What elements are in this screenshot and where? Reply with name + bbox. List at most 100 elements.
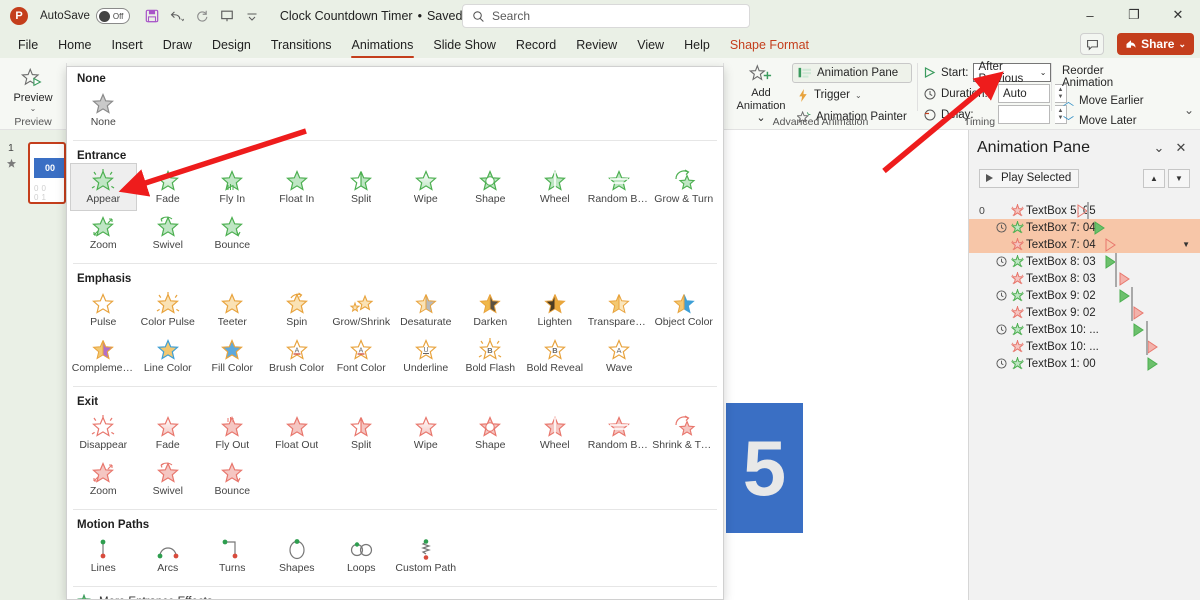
animation-list-item[interactable]: TextBox 7: 04 ▼ xyxy=(969,236,1200,253)
gallery-item-float-out[interactable]: Float Out xyxy=(265,410,330,456)
move-earlier-button[interactable]: ︿ Move Earlier xyxy=(1058,91,1149,111)
ribbon-tab-help[interactable]: Help xyxy=(674,35,720,55)
gallery-item-custom-path[interactable]: Custom Path xyxy=(394,533,459,579)
gallery-item-pulse[interactable]: Pulse xyxy=(71,287,136,333)
start-chevron-down-icon[interactable]: ⌄ xyxy=(1040,68,1047,77)
ribbon-tab-home[interactable]: Home xyxy=(48,35,101,55)
more-entrance-effects-button[interactable]: More Entrance Effects xyxy=(67,590,723,599)
ribbon-tab-draw[interactable]: Draw xyxy=(153,35,202,55)
gallery-item-spin[interactable]: Spin xyxy=(265,287,330,333)
gallery-item-shape[interactable]: Shape xyxy=(458,164,523,210)
minimize-button[interactable]: – xyxy=(1068,0,1112,30)
gallery-item-bounce[interactable]: Bounce xyxy=(200,210,265,256)
preview-chevron-down-icon[interactable]: ⌄ xyxy=(30,104,37,113)
animation-list-item[interactable]: TextBox 8: 03 xyxy=(969,253,1200,270)
redo-icon[interactable] xyxy=(190,4,214,28)
animation-list-item[interactable]: TextBox 8: 03 xyxy=(969,270,1200,287)
gallery-item-random-bars[interactable]: Random Bars xyxy=(587,410,652,456)
gallery-item-lines[interactable]: Lines xyxy=(71,533,136,579)
ribbon-tab-file[interactable]: File xyxy=(8,35,48,55)
gallery-item-fade[interactable]: Fade xyxy=(136,410,201,456)
close-icon[interactable]: ✕ xyxy=(1170,137,1192,159)
ribbon-tab-design[interactable]: Design xyxy=(202,35,261,55)
gallery-item-swivel[interactable]: Swivel xyxy=(136,210,201,256)
ribbon-tab-record[interactable]: Record xyxy=(506,35,566,55)
gallery-item-wheel[interactable]: Wheel xyxy=(523,410,588,456)
animation-pane-button[interactable]: Animation Pane xyxy=(792,63,912,83)
gallery-item-appear[interactable]: Appear xyxy=(70,163,137,211)
gallery-item-underline[interactable]: U Underline xyxy=(394,333,459,379)
preview-button[interactable]: Preview ⌄ xyxy=(4,65,62,115)
gallery-item-none[interactable]: None xyxy=(71,87,136,133)
animation-list-item[interactable]: TextBox 9: 02 xyxy=(969,304,1200,321)
gallery-item-random-bars[interactable]: Random Bars xyxy=(587,164,652,210)
gallery-item-line-color[interactable]: Line Color xyxy=(136,333,201,379)
gallery-item-bold-flash[interactable]: B Bold Flash xyxy=(458,333,523,379)
arrow-up-icon[interactable]: ▲ xyxy=(1143,168,1165,188)
gallery-item-fly-out[interactable]: Fly Out xyxy=(200,410,265,456)
gallery-item-complemen[interactable]: Complemen... xyxy=(71,333,136,379)
ribbon-tab-view[interactable]: View xyxy=(627,35,674,55)
gallery-item-shapes[interactable]: Shapes xyxy=(265,533,330,579)
trigger-chevron-down-icon[interactable]: ⌄ xyxy=(855,91,862,100)
arrow-down-icon[interactable]: ▼ xyxy=(1168,168,1190,188)
gallery-item-wave[interactable]: A Wave xyxy=(587,333,652,379)
ribbon-tab-review[interactable]: Review xyxy=(566,35,627,55)
chevron-down-icon[interactable]: ⌄ xyxy=(1148,137,1170,159)
gallery-item-grow-turn[interactable]: Grow & Turn xyxy=(652,164,717,210)
duration-input[interactable]: Auto xyxy=(998,84,1050,103)
gallery-item-font-color[interactable]: A Font Color xyxy=(329,333,394,379)
autosave-toggle[interactable]: Off xyxy=(95,8,130,24)
start-dropdown[interactable]: After Previous ⌄ xyxy=(973,61,1052,85)
gallery-item-fade[interactable]: Fade xyxy=(136,164,201,210)
slide-text-shape[interactable]: 5 xyxy=(726,403,803,533)
share-button[interactable]: Share ⌄ xyxy=(1117,33,1194,55)
gallery-item-turns[interactable]: Turns xyxy=(200,533,265,579)
animation-list[interactable]: 0 TextBox 5: 05 TextBox 7: 04 TextBox 7: 04… xyxy=(969,202,1200,600)
animation-list-item[interactable]: TextBox 1: 00 xyxy=(969,355,1200,372)
ribbon-collapse-button[interactable]: ⌄ xyxy=(1184,103,1194,117)
animation-list-item[interactable]: TextBox 7: 04 xyxy=(969,219,1200,236)
restore-button[interactable]: ❐ xyxy=(1112,0,1156,30)
animation-list-item[interactable]: TextBox 10: ... xyxy=(969,321,1200,338)
animation-timeline-marker[interactable] xyxy=(1147,357,1158,374)
animation-list-item[interactable]: 0 TextBox 5: 05 xyxy=(969,202,1200,219)
gallery-item-disappear[interactable]: Disappear xyxy=(71,410,136,456)
animation-list-item[interactable]: TextBox 9: 02 xyxy=(969,287,1200,304)
animation-list-item[interactable]: TextBox 10: ... xyxy=(969,338,1200,355)
slide-thumbnail-1[interactable]: 00 00 01 xyxy=(28,142,66,204)
gallery-item-grow-shrink[interactable]: Grow/Shrink xyxy=(329,287,394,333)
gallery-item-wipe[interactable]: Wipe xyxy=(394,410,459,456)
gallery-item-zoom[interactable]: Zoom xyxy=(71,210,136,256)
ribbon-tab-slide-show[interactable]: Slide Show xyxy=(423,35,506,55)
gallery-item-brush-color[interactable]: A Brush Color xyxy=(265,333,330,379)
present-icon[interactable] xyxy=(215,4,239,28)
undo-icon[interactable] xyxy=(165,4,189,28)
gallery-item-wheel[interactable]: Wheel xyxy=(523,164,588,210)
animation-item-chevron-down-icon[interactable]: ▼ xyxy=(1182,240,1190,249)
gallery-item-color-pulse[interactable]: Color Pulse xyxy=(136,287,201,333)
animation-gallery-dropdown[interactable]: None None Entrance Appear Fade Fly In Float In… xyxy=(66,66,724,600)
gallery-item-lighten[interactable]: Lighten xyxy=(523,287,588,333)
gallery-item-swivel[interactable]: Swivel xyxy=(136,456,201,502)
close-button[interactable]: ✕ xyxy=(1156,0,1200,30)
gallery-item-split[interactable]: Split xyxy=(329,164,394,210)
gallery-item-darken[interactable]: Darken xyxy=(458,287,523,333)
gallery-item-desaturate[interactable]: Desaturate xyxy=(394,287,459,333)
share-chevron-down-icon[interactable]: ⌄ xyxy=(1178,39,1186,50)
ribbon-tab-insert[interactable]: Insert xyxy=(102,35,153,55)
qat-more-icon[interactable] xyxy=(240,4,264,28)
gallery-item-zoom[interactable]: Zoom xyxy=(71,456,136,502)
trigger-button[interactable]: Trigger ⌄ xyxy=(792,85,912,105)
save-icon[interactable] xyxy=(140,4,164,28)
gallery-item-wipe[interactable]: Wipe xyxy=(394,164,459,210)
gallery-item-loops[interactable]: Loops xyxy=(329,533,394,579)
gallery-item-split[interactable]: Split xyxy=(329,410,394,456)
play-selected-button[interactable]: Play Selected xyxy=(979,168,1080,188)
gallery-item-float-in[interactable]: Float In xyxy=(265,164,330,210)
gallery-item-teeter[interactable]: Teeter xyxy=(200,287,265,333)
ribbon-tab-animations[interactable]: Animations xyxy=(342,35,424,58)
ribbon-tab-transitions[interactable]: Transitions xyxy=(261,35,342,55)
search-box[interactable]: Search xyxy=(462,4,750,28)
gallery-item-transparency[interactable]: Transparency xyxy=(587,287,652,333)
